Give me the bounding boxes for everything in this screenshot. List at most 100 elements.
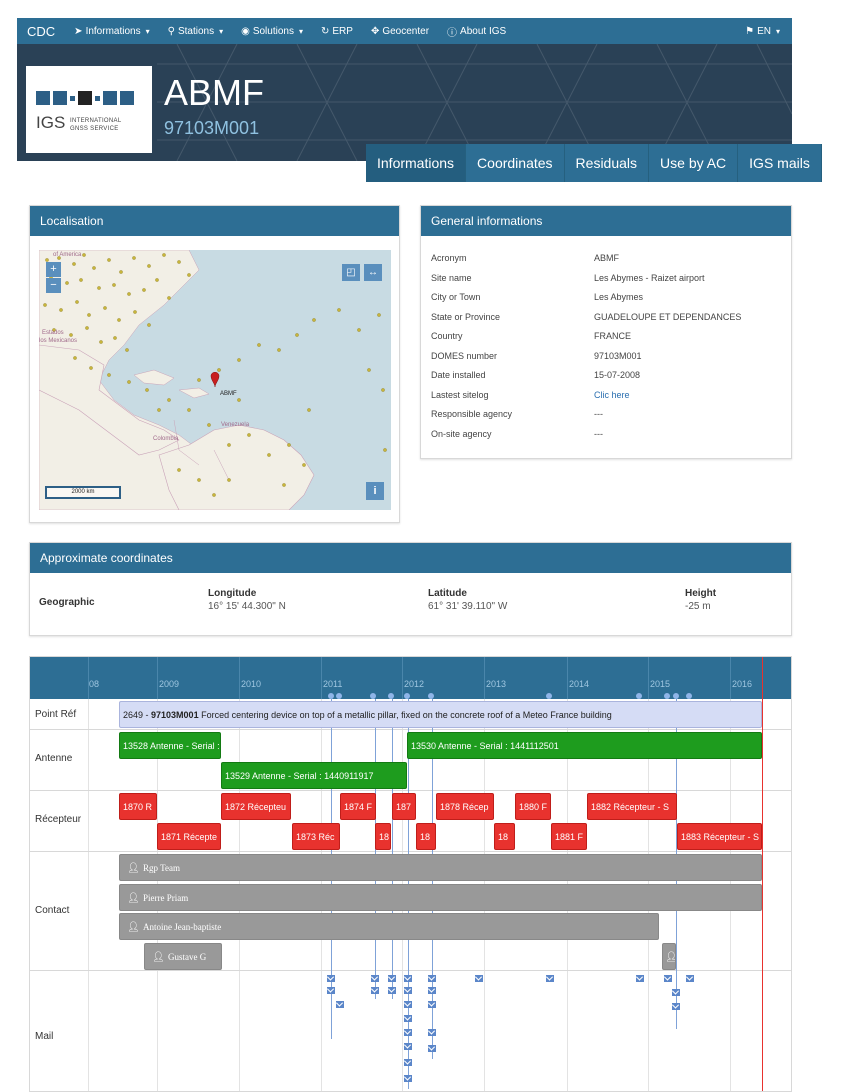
receiver-bar[interactable]: 1873 Réc — [292, 823, 340, 850]
tab-coordinates[interactable]: Coordinates — [466, 144, 565, 182]
contact-bar[interactable]: 👤︎ Gustave G — [144, 943, 222, 970]
mail-icon[interactable] — [428, 1045, 436, 1052]
user-icon: 👤︎ — [127, 893, 140, 904]
map-info-button[interactable]: i — [366, 482, 384, 500]
localisation-panel: Localisation ABMF of America Estados los… — [29, 205, 400, 523]
mail-icon[interactable] — [327, 975, 335, 982]
mail-icon[interactable] — [404, 1059, 412, 1066]
mail-icon[interactable] — [404, 1029, 412, 1036]
mail-icon[interactable] — [636, 975, 644, 982]
receiver-bar[interactable]: 1878 Récep — [436, 793, 494, 820]
row-label-point-ref: Point Réf — [35, 709, 77, 720]
mail-icon[interactable] — [404, 1043, 412, 1050]
nav-erp[interactable]: ↻ ERP — [312, 26, 362, 37]
nav-stations[interactable]: ⚲ Stations ▾ — [159, 26, 232, 37]
mail-icon[interactable] — [404, 1001, 412, 1008]
mail-icon[interactable] — [371, 975, 379, 982]
mail-icon[interactable] — [404, 975, 412, 982]
axis-tick — [648, 657, 649, 699]
mail-icon[interactable] — [428, 975, 436, 982]
info-value: Les Abymes - Raizet airport — [594, 272, 705, 283]
mail-icon[interactable] — [371, 987, 379, 994]
mail-icon[interactable] — [404, 1075, 412, 1082]
antenna-bar[interactable]: 13530 Antenne - Serial : 1441112501 — [407, 732, 762, 759]
receiver-bar[interactable]: 18 — [416, 823, 436, 850]
brand-link[interactable]: CDC — [17, 24, 65, 39]
tab-informations[interactable]: Informations — [366, 144, 467, 182]
crosshair-icon: ✥ — [370, 25, 380, 37]
contact-bar[interactable]: 👤︎ Rgp Team — [119, 854, 762, 881]
contact-bar[interactable]: 👤︎ — [662, 943, 676, 970]
fullscreen-icon[interactable]: ◰ — [342, 264, 360, 281]
receiver-bar[interactable]: 1874 F — [340, 793, 376, 820]
receiver-bar[interactable]: 18 — [375, 823, 391, 850]
point-ref-bar[interactable]: 2649 - 97103M001 Forced centering device… — [119, 701, 762, 728]
receiver-bar[interactable]: 18 — [494, 823, 515, 850]
event-dot[interactable] — [388, 693, 394, 699]
zoom-out-button[interactable]: − — [46, 278, 61, 293]
mail-icon[interactable] — [428, 987, 436, 994]
receiver-bar[interactable]: 1872 Récepteu — [221, 793, 291, 820]
event-dot[interactable] — [336, 693, 342, 699]
approx-coords-panel: Approximate coordinates Geographic Longi… — [29, 542, 792, 636]
ref-id: 2649 - — [123, 710, 152, 720]
receiver-bar[interactable]: 1871 Récepte — [157, 823, 221, 850]
nav-solutions[interactable]: ◉ Solutions ▾ — [232, 26, 312, 37]
axis-tick — [567, 657, 568, 699]
language-selector[interactable]: ⚑ EN ▾ — [736, 26, 792, 37]
nav-label: Geocenter — [382, 25, 430, 37]
mail-icon[interactable] — [388, 987, 396, 994]
panel-title: Approximate coordinates — [30, 543, 791, 573]
mail-icon[interactable] — [428, 1029, 436, 1036]
top-navbar: CDC ➤ Informations ▾ ⚲ Stations ▾ ◉ Solutions… — [17, 18, 792, 44]
contact-bar[interactable]: 👤︎ Antoine Jean-baptiste — [119, 913, 659, 940]
event-dot[interactable] — [636, 693, 642, 699]
tab-use-by-ac[interactable]: Use by AC — [649, 144, 739, 182]
nav-informations[interactable]: ➤ Informations ▾ — [65, 26, 158, 37]
station-timeline[interactable]: 08 2009 2010 2011 2012 2013 2014 2015 20… — [29, 656, 792, 1092]
info-value: --- — [594, 428, 603, 439]
refresh-icon: ↻ — [320, 25, 330, 37]
mail-icon[interactable] — [475, 975, 483, 982]
receiver-bar[interactable]: 1881 F — [551, 823, 587, 850]
event-dot[interactable] — [664, 693, 670, 699]
event-dot[interactable] — [428, 693, 434, 699]
mail-icon[interactable] — [672, 989, 680, 996]
tab-igs-mails[interactable]: IGS mails — [738, 144, 822, 182]
mail-icon[interactable] — [327, 987, 335, 994]
mail-icon[interactable] — [664, 975, 672, 982]
mail-icon[interactable] — [686, 975, 694, 982]
antenna-bar[interactable]: 13528 Antenne - Serial : — [119, 732, 221, 759]
receiver-bar[interactable]: 1870 R — [119, 793, 157, 820]
event-dot[interactable] — [546, 693, 552, 699]
receiver-bar[interactable]: 1882 Récepteur - S — [587, 793, 677, 820]
mail-icon[interactable] — [672, 1003, 680, 1010]
mail-icon[interactable] — [428, 1001, 436, 1008]
mail-icon[interactable] — [388, 975, 396, 982]
igs-logo[interactable]: IGS INTERNATIONAL GNSS SERVICE — [26, 66, 152, 153]
expand-icon[interactable]: ↔ — [364, 264, 382, 281]
info-value: ABMF — [594, 253, 620, 263]
nav-geocenter[interactable]: ✥ Geocenter — [362, 26, 438, 37]
receiver-bar[interactable]: 187 — [392, 793, 416, 820]
mail-icon[interactable] — [336, 1001, 344, 1008]
nav-about-igs[interactable]: ⓘ About IGS — [438, 24, 515, 39]
logo-square — [36, 91, 50, 105]
contact-bar[interactable]: 👤︎ Pierre Priam — [119, 884, 762, 911]
event-dot[interactable] — [404, 693, 410, 699]
mail-icon[interactable] — [404, 987, 412, 994]
mail-icon[interactable] — [404, 1015, 412, 1022]
event-dot[interactable] — [686, 693, 692, 699]
antenna-bar[interactable]: 13529 Antenne - Serial : 1440911917 — [221, 762, 407, 789]
station-map[interactable]: ABMF of America Estados los Mexicanos Ve… — [39, 250, 391, 510]
info-row: Acronym ABMF — [431, 253, 794, 273]
receiver-bar[interactable]: 1883 Récepteur - S — [677, 823, 762, 850]
zoom-in-button[interactable]: + — [46, 262, 61, 277]
info-key: Responsible agency — [431, 409, 513, 419]
receiver-bar[interactable]: 1880 F — [515, 793, 551, 820]
mail-icon[interactable] — [546, 975, 554, 982]
tab-residuals[interactable]: Residuals — [564, 144, 650, 182]
nav-label: Informations — [85, 25, 141, 37]
info-key: Lastest sitelog — [431, 389, 489, 400]
sitelog-link[interactable]: Clic here — [594, 390, 630, 400]
